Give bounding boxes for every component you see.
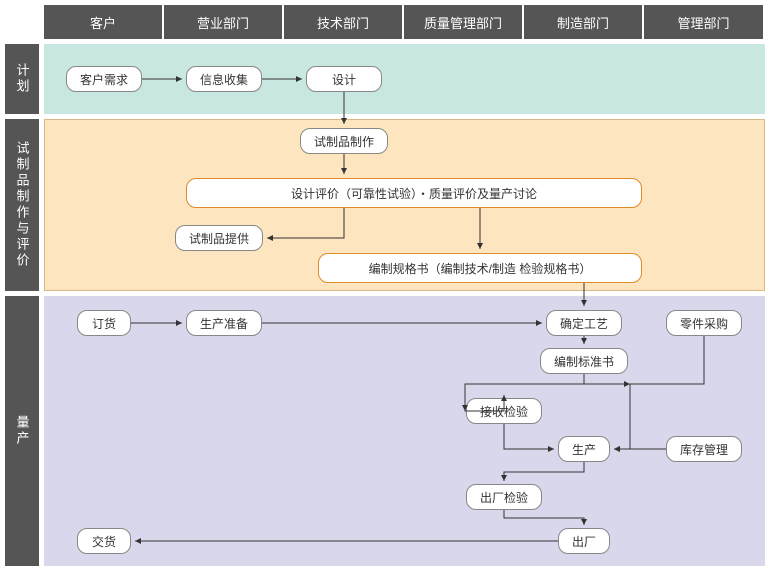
node-proto-give: 试制品提供 [175, 225, 263, 251]
node-collect-info: 信息收集 [186, 66, 262, 92]
node-design: 设计 [306, 66, 382, 92]
node-deliver: 交货 [77, 528, 131, 554]
col-management: 管理部门 [644, 5, 763, 39]
node-produce: 生产 [558, 436, 610, 462]
node-receive: 接收检验 [466, 398, 542, 424]
node-parts: 零件采购 [666, 310, 742, 336]
node-outinsp: 出厂检验 [466, 484, 542, 510]
row-plan: 计划 [5, 44, 39, 114]
col-manufacture: 制造部门 [524, 5, 642, 39]
node-prep: 生产准备 [186, 310, 262, 336]
row-mass: 量产 [5, 296, 39, 566]
node-order: 订货 [77, 310, 131, 336]
node-ship: 出厂 [558, 528, 610, 554]
node-spec: 编制规格书（编制技术/制造 检验规格书） [318, 253, 642, 283]
col-tech: 技术部门 [284, 5, 402, 39]
node-stock: 库存管理 [666, 436, 742, 462]
row-proto: 试制品制作与评价 [5, 119, 39, 291]
node-proto-make: 试制品制作 [300, 128, 388, 154]
col-sales: 营业部门 [164, 5, 282, 39]
lane-mass-bg [44, 296, 765, 566]
node-customer-need: 客户需求 [66, 66, 142, 92]
node-design-eval: 设计评价（可靠性试验）・质量评价及量产讨论 [186, 178, 642, 208]
node-process: 确定工艺 [546, 310, 622, 336]
node-standard: 编制标准书 [540, 348, 628, 374]
col-quality: 质量管理部门 [404, 5, 522, 39]
lane-plan-bg [44, 44, 765, 114]
col-customer: 客户 [44, 5, 162, 39]
swimlane-diagram: 客户 营业部门 技术部门 质量管理部门 制造部门 管理部门 计划 试制品制作与评… [0, 0, 770, 576]
